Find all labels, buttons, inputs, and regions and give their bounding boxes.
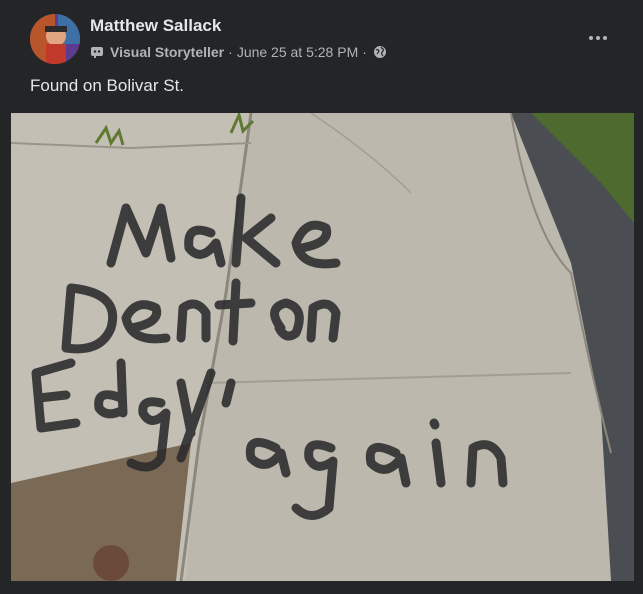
post-photo[interactable] — [11, 113, 634, 581]
post-meta: Visual Storyteller · June 25 at 5:28 PM … — [90, 44, 387, 60]
post-card: Matthew Sallack Visual Storyteller · Jun… — [0, 0, 643, 594]
meta-separator: · — [228, 44, 233, 60]
avatar[interactable] — [30, 14, 80, 64]
more-options-icon — [588, 28, 608, 46]
author-name[interactable]: Matthew Sallack — [90, 16, 221, 36]
post-text: Found on Bolivar St. — [30, 76, 185, 95]
privacy-separator: · — [362, 44, 367, 60]
post-timestamp[interactable]: June 25 at 5:28 PM — [237, 44, 358, 60]
more-options-button[interactable] — [583, 22, 613, 52]
storyteller-badge-icon — [90, 45, 104, 59]
globe-icon[interactable] — [373, 45, 387, 59]
badge-label[interactable]: Visual Storyteller — [110, 44, 224, 60]
